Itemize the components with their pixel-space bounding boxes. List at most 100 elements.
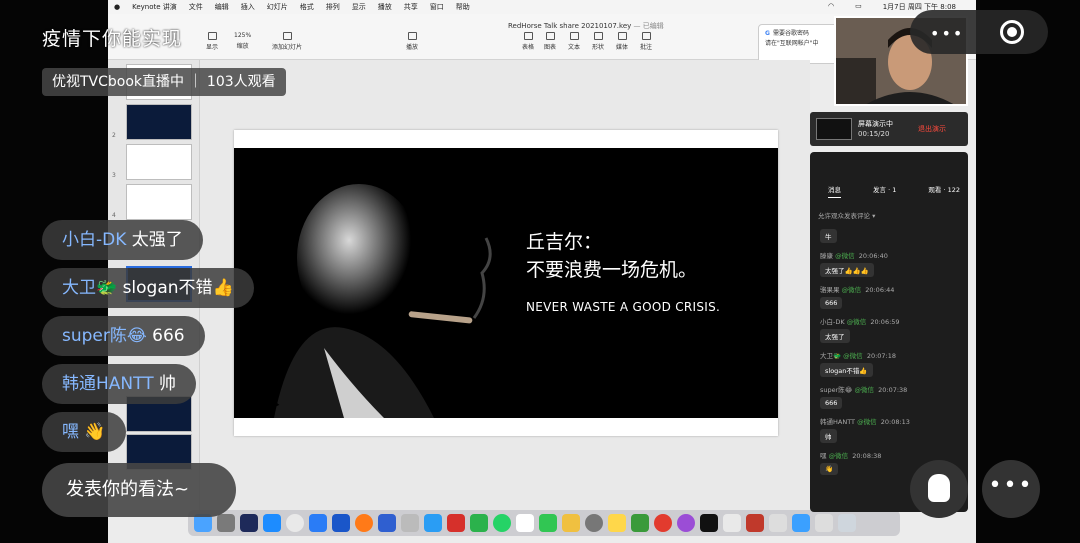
screen-share-label: 屏幕演示中 — [858, 120, 893, 128]
menu-share[interactable]: 共享 — [404, 2, 418, 12]
chat-user: 韩通HANTT — [820, 418, 856, 426]
app-icon[interactable] — [378, 514, 396, 532]
text-button[interactable]: 文本 — [568, 32, 580, 51]
preview-icon[interactable] — [723, 514, 741, 532]
safari-icon[interactable] — [309, 514, 327, 532]
chat-message: 韩通HANTT @微信 20:08:13 帅 — [810, 413, 968, 447]
menu-edit[interactable]: 编辑 — [215, 2, 229, 12]
chat-source: @微信 — [828, 452, 849, 460]
launchpad-icon[interactable] — [217, 514, 235, 532]
chart-icon — [545, 32, 555, 40]
wps-icon[interactable] — [746, 514, 764, 532]
chat-bubble: 👋 — [820, 463, 839, 475]
chrome-icon[interactable] — [286, 514, 304, 532]
wifi-icon[interactable]: ◠ — [828, 2, 834, 12]
menu-window[interactable]: 窗口 — [430, 2, 444, 12]
mail-icon[interactable] — [332, 514, 350, 532]
tab-viewers[interactable]: 观看 · 122 — [928, 184, 960, 198]
finder-search-icon[interactable] — [792, 514, 810, 532]
media-button[interactable]: 媒体 — [616, 32, 628, 51]
slide-canvas: 丘吉尔： 不要浪费一场危机。 NEVER WASTE A GOOD CRISIS… — [200, 60, 810, 515]
numbers-icon[interactable] — [631, 514, 649, 532]
menu-slide[interactable]: 幻灯片 — [267, 2, 288, 12]
menu-play[interactable]: 播放 — [378, 2, 392, 12]
battery-icon[interactable]: ▭ — [855, 2, 862, 12]
menu-view[interactable]: 显示 — [352, 2, 366, 12]
photos-icon[interactable] — [562, 514, 580, 532]
netease-icon[interactable] — [447, 514, 465, 532]
top-right-controls: ••• — [910, 10, 1048, 54]
weibo-icon[interactable] — [654, 514, 672, 532]
stop-presentation-button[interactable]: 退出演示 — [918, 124, 946, 134]
comment-input[interactable]: 发表你的看法~ — [42, 463, 236, 517]
add-slide-button[interactable]: 添加幻灯片 — [272, 32, 302, 51]
utility-icon[interactable] — [769, 514, 787, 532]
chat-bubble: slogan不错👍 — [820, 363, 873, 377]
menu-insert[interactable]: 插入 — [241, 2, 255, 12]
apple-tv-icon[interactable] — [700, 514, 718, 532]
chat-message: 牛 — [810, 226, 968, 247]
tab-messages[interactable]: 消息 — [828, 184, 841, 198]
menu-app[interactable]: Keynote 讲演 — [132, 2, 177, 12]
chat-message: 小白-DK @微信 20:06:59 太强了 — [810, 313, 968, 347]
firefox-icon[interactable] — [355, 514, 373, 532]
paper-plane-icon[interactable] — [424, 514, 442, 532]
document-title: RedHorse Talk share 20210107.key — 已编辑 — [508, 22, 664, 30]
menu-help[interactable]: 帮助 — [456, 2, 470, 12]
chat-bubble: 太强了 — [820, 329, 850, 343]
notes-icon[interactable] — [608, 514, 626, 532]
help-icon[interactable] — [401, 514, 419, 532]
menu-format[interactable]: 格式 — [300, 2, 314, 12]
messages-icon[interactable] — [539, 514, 557, 532]
chat-source: @微信 — [843, 352, 863, 360]
shape-button[interactable]: 形状 — [592, 32, 604, 51]
raise-hand-button[interactable] — [910, 460, 968, 518]
chat-message-meta: super陈😂 @微信 20:07:38 — [820, 384, 958, 394]
trash-icon[interactable] — [838, 514, 856, 532]
slide-frame[interactable]: 丘吉尔： 不要浪费一场危机。 NEVER WASTE A GOOD CRISIS… — [234, 130, 778, 436]
comment-icon — [641, 32, 651, 40]
whatsapp-icon[interactable] — [493, 514, 511, 532]
media-icon — [617, 32, 627, 40]
shape-icon — [593, 32, 603, 40]
chart-button[interactable]: 图表 — [544, 32, 556, 51]
danmu-message: 嘿 👋 — [42, 412, 126, 452]
slide-thumbnail[interactable] — [126, 184, 192, 220]
play-button[interactable]: 播放 — [406, 32, 418, 51]
menu-arrange[interactable]: 排列 — [326, 2, 340, 12]
slide-thumbnail[interactable] — [126, 104, 192, 140]
apple-icon[interactable]: ● — [114, 3, 120, 11]
comment-button[interactable]: 批注 — [640, 32, 652, 51]
chat-bubble: 太强了👍👍👍 — [820, 263, 874, 277]
chat-message-meta: 小白-DK @微信 20:06:59 — [820, 316, 958, 326]
chat-message: 大卫🐲 @微信 20:07:18 slogan不错👍 — [810, 347, 968, 381]
display-button[interactable]: 显示 — [206, 32, 218, 51]
zoom-button[interactable]: 125% 缩放 — [234, 32, 251, 50]
slide-english-quote: NEVER WASTE A GOOD CRISIS. — [526, 300, 721, 314]
slide-thumbnail[interactable] — [126, 144, 192, 180]
menu-file[interactable]: 文件 — [189, 2, 203, 12]
tab-speakers[interactable]: 发言 · 1 — [873, 184, 896, 198]
danmu-message: 韩通HANTT 帅 — [42, 364, 197, 404]
app-store-icon[interactable] — [263, 514, 281, 532]
current-slide: 丘吉尔： 不要浪费一场危机。 NEVER WASTE A GOOD CRISIS… — [234, 148, 778, 418]
chat-user: 骆果果 — [820, 286, 840, 294]
danmu-message: super陈😂 666 — [42, 316, 205, 356]
chat-message: 滕康 @微信 20:06:40 太强了👍👍👍 — [810, 247, 968, 281]
chat-time: 20:07:18 — [866, 352, 897, 360]
screenshot-icon[interactable] — [815, 514, 833, 532]
calendar-icon[interactable] — [516, 514, 534, 532]
chat-message: 骆果果 @微信 20:06:44 666 — [810, 281, 968, 313]
podcasts-icon[interactable] — [677, 514, 695, 532]
close-target-icon[interactable] — [1000, 20, 1024, 44]
table-button[interactable]: 表格 — [522, 32, 534, 51]
wechat-icon[interactable] — [470, 514, 488, 532]
more-button[interactable]: ••• — [982, 460, 1040, 518]
comment-permission-dropdown[interactable]: 允许观众发表评论 ▾ — [818, 210, 875, 220]
chat-source: @微信 — [854, 386, 874, 394]
settings-icon[interactable] — [585, 514, 603, 532]
chat-message-list: 牛滕康 @微信 20:06:40 太强了👍👍👍 骆果果 @微信 20:06:44 66… — [810, 226, 968, 479]
mission-control-icon[interactable] — [240, 514, 258, 532]
live-title: 疫情下你能实现 — [42, 28, 183, 50]
more-options-icon[interactable]: ••• — [930, 24, 964, 43]
